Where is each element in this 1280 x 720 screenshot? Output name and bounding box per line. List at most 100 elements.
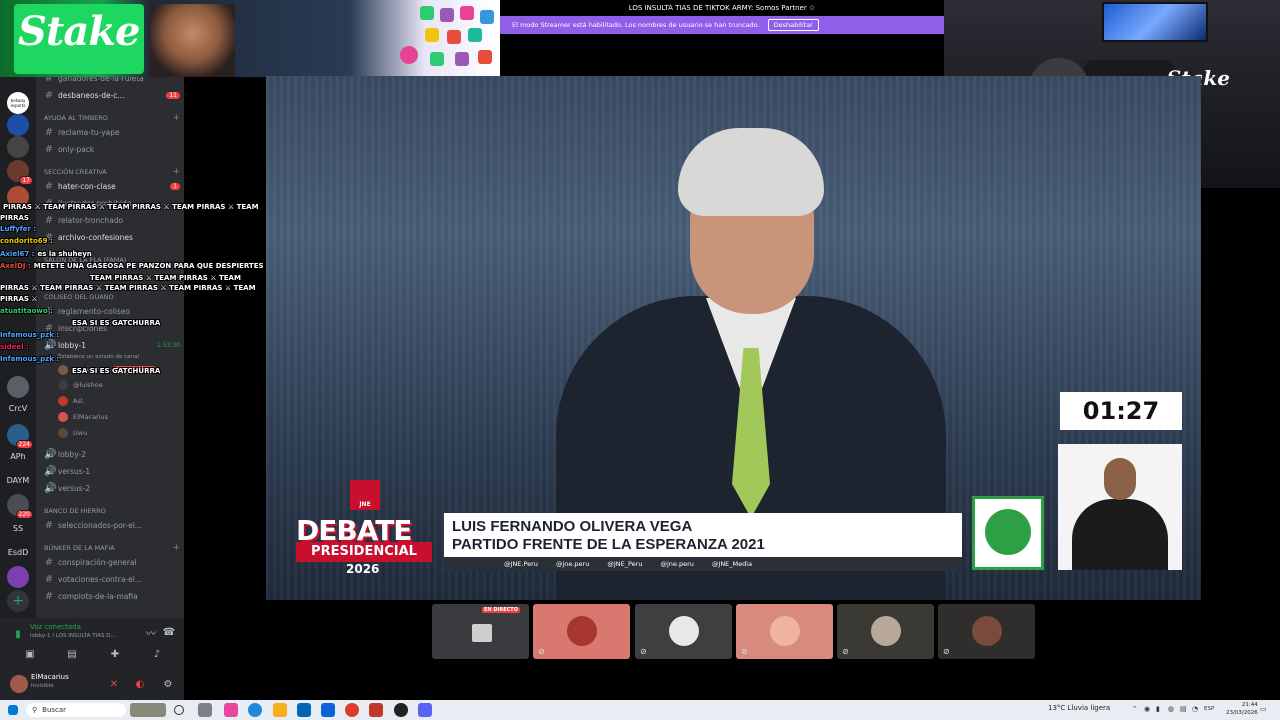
discord-icon[interactable] [418, 703, 432, 717]
add-server-icon[interactable]: + [7, 590, 29, 612]
stake-ad-banner[interactable]: Stake [0, 0, 500, 77]
add-channel-icon[interactable]: + [172, 167, 180, 177]
participant-tile[interactable]: ⊘ [938, 604, 1035, 659]
tray-chevron-icon[interactable]: ⌃ [1132, 705, 1138, 713]
chat-text: PIRRAS ⚔ TEAM PIRRAS ⚔ TEAM PIRRAS ⚔ TEA… [3, 203, 259, 211]
obs-icon[interactable] [394, 703, 408, 717]
mention-badge: 17 [19, 176, 33, 185]
mic-off-icon: ⊘ [741, 647, 748, 656]
channel-item[interactable]: # complots-de-la-mafia [44, 588, 180, 604]
screen-share-icon[interactable]: ▤ [66, 648, 78, 660]
server-label[interactable]: SS [0, 524, 36, 533]
category-ayuda[interactable]: AYUDA AL TIMBERO + [44, 112, 180, 124]
category-bunker[interactable]: BÚNKER DE LA MAFIA + [44, 542, 180, 554]
voice-user[interactable]: @luishoe [58, 378, 103, 392]
voice-channel-link[interactable]: lobby-1 / LOS INSULTA TIAS D... [30, 633, 116, 639]
disconnect-icon[interactable]: ☎ [163, 626, 175, 638]
task-view-icon[interactable] [174, 705, 184, 715]
debate-timer: 01:27 [1060, 392, 1182, 430]
participant-tile[interactable]: ⊘ [635, 604, 732, 659]
category-label: SECCIÓN CREATIVA [44, 168, 107, 176]
edge-icon[interactable] [248, 703, 262, 717]
file-explorer-icon[interactable] [273, 703, 287, 717]
mail-icon[interactable] [321, 703, 335, 717]
voice-user[interactable]: Asl. [58, 394, 85, 408]
desktop-icon[interactable] [198, 703, 212, 717]
weather-widget[interactable]: 13°C Lluvia ligera [1048, 704, 1110, 712]
voice-user[interactable]: ElMacarius [58, 410, 108, 424]
mute-icon[interactable]: ✕ [108, 678, 120, 690]
avatar [770, 616, 800, 646]
tray-app-icon[interactable]: ▤ [1180, 705, 1187, 713]
server-icon[interactable]: 17 [7, 160, 33, 185]
activities-icon[interactable]: ✚ [109, 648, 121, 660]
server-icon[interactable] [7, 114, 29, 136]
server-betway[interactable]: betway esports [7, 92, 29, 114]
server-label[interactable]: EsdD [0, 548, 36, 557]
tray-app-icon[interactable]: ◍ [1168, 705, 1174, 713]
clock[interactable]: 21:44 23/03/2026 [1226, 701, 1258, 717]
voice-status[interactable]: Voz conectada [30, 623, 81, 631]
channel-item[interactable]: # hater-con-clase 1 [44, 178, 180, 194]
taskbar-search[interactable]: ⚲ Buscar [26, 703, 126, 717]
notification-icon[interactable]: ▭ [1260, 705, 1267, 713]
app-icon[interactable] [369, 703, 383, 717]
stream-video[interactable]: 01:27 JNE DEBATE PRESIDENCIAL 2026 LUIS … [266, 76, 1201, 600]
chat-message: ESA SI ES GATCHURRA [72, 319, 160, 327]
add-channel-icon[interactable]: + [172, 543, 180, 553]
channel-item[interactable]: # seleccionados-por-el... [44, 517, 180, 533]
server-icon[interactable] [7, 566, 29, 588]
tiktok-handle: @jne.peru [660, 560, 694, 568]
participant-tile[interactable]: EN DIRECTO [432, 604, 529, 659]
channel-item[interactable]: # desbaneos-de-c... 11 [44, 87, 180, 103]
voice-channel-versus-2[interactable]: 🔊 versus-2 [44, 480, 180, 496]
server-label[interactable]: DAYM [0, 476, 36, 485]
voice-user[interactable]: Uwu [58, 426, 87, 440]
channel-item[interactable]: # conspiración-general [44, 554, 180, 570]
gear-icon[interactable]: ⚙ [162, 678, 174, 690]
voice-channel-versus-1[interactable]: 🔊 versus-1 [44, 463, 180, 479]
username[interactable]: ElMacarius [31, 673, 69, 681]
avatar[interactable] [10, 675, 28, 693]
category-coliseo[interactable]: COLISEO DEL GUANO [44, 291, 180, 303]
soundboard-icon[interactable]: ♪ [151, 648, 163, 660]
participant-tile[interactable]: ⊘ [736, 604, 833, 659]
server-icon[interactable]: 224 [7, 424, 33, 449]
tray-app-icon[interactable]: ◉ [1144, 705, 1150, 713]
camera-icon[interactable]: ▣ [24, 648, 36, 660]
category-seccion[interactable]: SECCIÓN CREATIVA + [44, 166, 180, 178]
windows-start-icon[interactable] [8, 705, 18, 715]
store-icon[interactable] [297, 703, 311, 717]
deafen-icon[interactable]: ◐ [134, 678, 146, 690]
channel-list: # ganadores-de-la-ruleta # desbaneos-de-c.… [36, 0, 184, 700]
disable-streamer-mode-button[interactable]: Deshabilitar [767, 19, 819, 31]
tray-app-icon[interactable]: ◔ [1192, 705, 1198, 713]
tray-app-icon[interactable]: ▮ [1156, 705, 1160, 713]
chat-message: Axiel67 : es la shuheyn [0, 250, 92, 258]
channel-item[interactable]: # relator-tronchado [44, 212, 180, 228]
add-channel-icon[interactable]: + [172, 113, 180, 123]
channel-item[interactable]: # reglamento-coliseo [44, 303, 180, 319]
widgets-icon[interactable] [130, 703, 166, 717]
server-label[interactable]: CrcV [0, 404, 36, 413]
mention-badge: 224 [15, 440, 33, 449]
participant-tile[interactable]: ⊘ [837, 604, 934, 659]
chat-user: AxelDJ : [0, 262, 31, 270]
streamer-photo [150, 4, 235, 77]
language-indicator[interactable]: ESP [1204, 706, 1214, 712]
channel-item[interactable]: # only-pack [44, 141, 180, 157]
server-label[interactable]: APh [0, 452, 36, 461]
signal-icon[interactable]: ▮ [12, 628, 24, 640]
participant-tile[interactable]: ⊘ [533, 604, 630, 659]
voice-channel-lobby-2[interactable]: 🔊 lobby-2 [44, 446, 180, 462]
channel-item[interactable]: # reclama-tu-yape [44, 124, 180, 140]
server-icon[interactable] [7, 136, 29, 158]
chrome-icon[interactable] [345, 703, 359, 717]
server-icon[interactable] [7, 376, 29, 398]
noise-suppression-icon[interactable]: 〰 [145, 626, 157, 640]
channel-item[interactable]: # votaciones-contra-el... [44, 571, 180, 587]
server-icon[interactable]: 220 [7, 494, 33, 519]
channel-item[interactable]: # archivo-confesiones [44, 229, 180, 245]
copilot-icon[interactable] [224, 703, 238, 717]
category-hierro[interactable]: BANCO DE HIERRO [44, 505, 180, 517]
